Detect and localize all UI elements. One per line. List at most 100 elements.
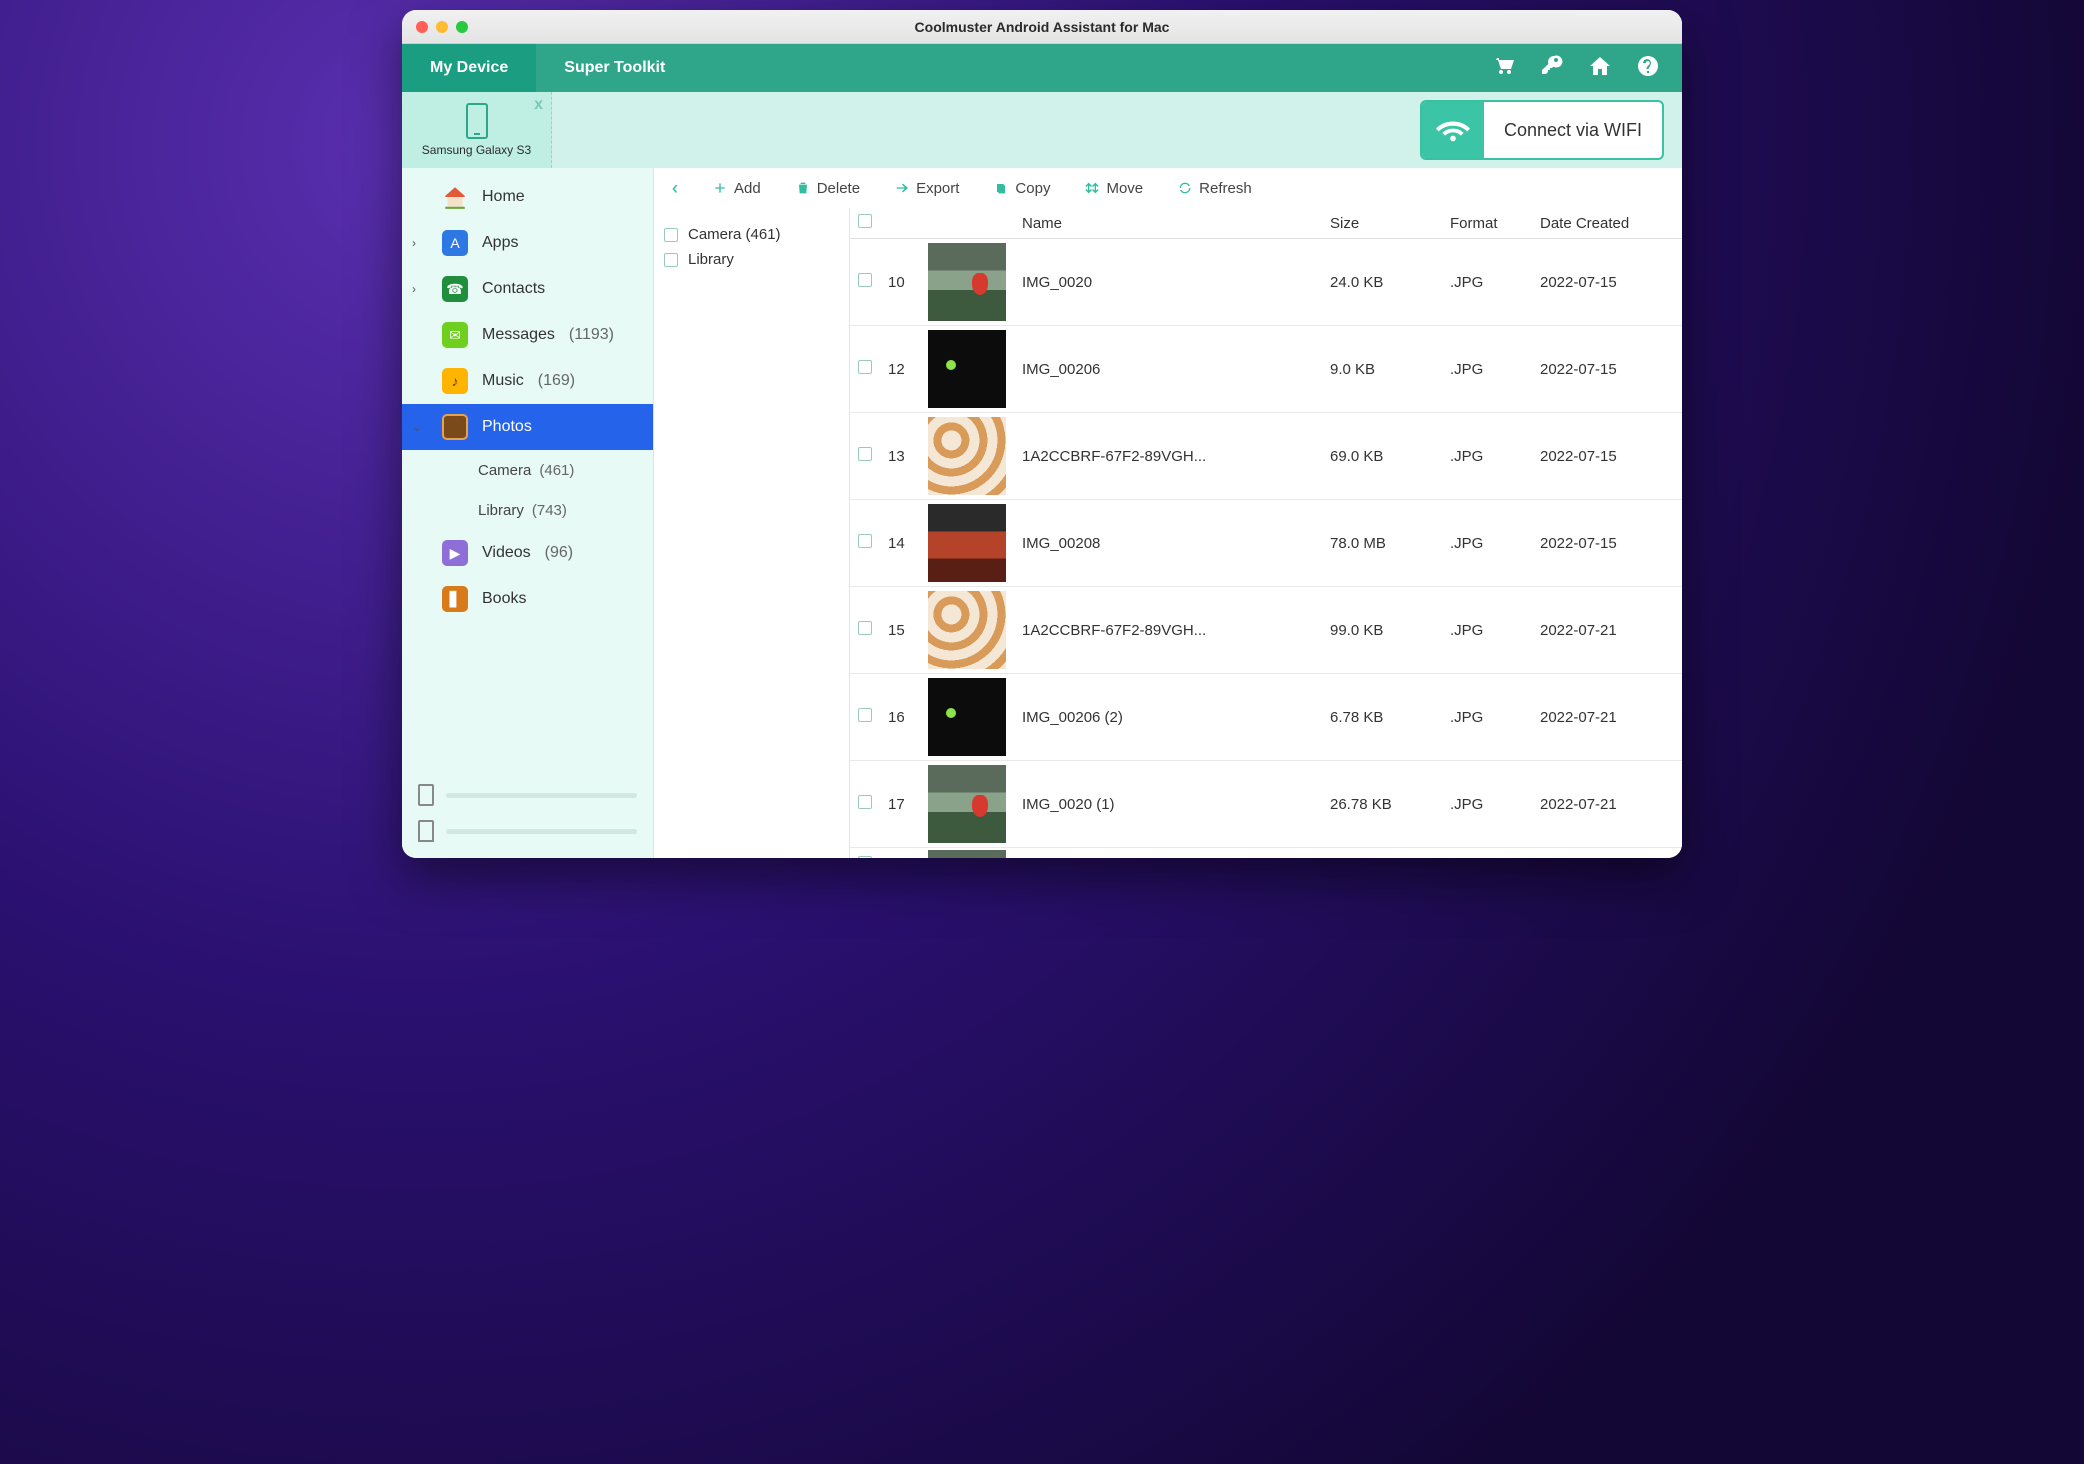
table-header-row: Name Size Format Date Created [850,208,1682,239]
cell-format: .JPG [1442,413,1532,500]
table-row[interactable]: 14IMG_0020878.0 MB.JPG2022-07-15 [850,500,1682,587]
tab-my-device[interactable]: My Device [402,44,536,92]
move-button[interactable]: Move [1084,180,1143,197]
checkbox[interactable] [858,534,872,548]
cell-name: IMG_0020 [1014,239,1322,326]
toolbar: ‹‹ Add Delete Export Copy Move Refresh [654,168,1682,208]
thumbnail [928,504,1006,582]
row-index: 13 [880,413,920,500]
col-format[interactable]: Format [1442,208,1532,239]
folder-item-camera[interactable]: Camera (461) [664,222,839,247]
export-button[interactable]: Export [894,180,959,197]
sidebar-item-music[interactable]: ♪ Music(169) [402,358,653,404]
cell-date: 2022-07-21 [1532,761,1682,848]
storage-internal [418,784,637,806]
storage-bar [446,829,637,834]
sidebar-item-books[interactable]: ▋ Books [402,576,653,622]
sidebar-item-contacts[interactable]: › ☎ Contacts [402,266,653,312]
button-label: Refresh [1199,180,1252,197]
row-index: 12 [880,326,920,413]
close-icon[interactable]: x [534,96,543,114]
books-icon: ▋ [442,586,468,612]
cell-format: .JPG [1442,326,1532,413]
checkbox[interactable] [664,228,678,242]
checkbox[interactable] [664,253,678,267]
button-label: Export [916,180,959,197]
checkbox[interactable] [858,856,872,859]
sidebar-item-label: Messages [482,326,555,344]
checkbox[interactable] [858,447,872,461]
apps-icon: A [442,230,468,256]
thumbnail [928,678,1006,756]
folder-item-library[interactable]: Library [664,247,839,272]
main-area: Home › A Apps › ☎ Contacts ✉ Messages(11… [402,168,1682,858]
table-row[interactable]: 10IMG_002024.0 KB.JPG2022-07-15 [850,239,1682,326]
folder-pane: Camera (461) Library [654,208,850,858]
copy-button[interactable]: Copy [993,180,1050,197]
folder-label: Camera (461) [688,226,781,243]
table-row[interactable]: 131A2CCBRF-67F2-89VGH...69.0 KB.JPG2022-… [850,413,1682,500]
cell-name: IMG_00206 (2) [1014,674,1322,761]
sidebar-item-videos[interactable]: ▶ Videos (96) [402,530,653,576]
file-table-wrap[interactable]: Name Size Format Date Created 10 IMG_0020… [850,208,1682,858]
cell-size: 24.0 KB [1322,239,1442,326]
col-name[interactable]: Name [1014,208,1322,239]
sidebar-item-apps[interactable]: › A Apps [402,220,653,266]
cell-size: 9.0 KB [1322,326,1442,413]
table-row[interactable]: 17IMG_0020 (1)26.78 KB.JPG2022-07-21 [850,761,1682,848]
cell-date: 2022-07-21 [1532,674,1682,761]
checkbox[interactable] [858,273,872,287]
titlebar: Coolmuster Android Assistant for Mac [402,10,1682,44]
select-all-checkbox[interactable] [858,214,872,228]
connect-wifi-button[interactable]: Connect via WIFI [1484,102,1662,158]
content-body: Camera (461) Library [654,208,1682,858]
key-icon[interactable] [1540,54,1564,83]
sidebar-item-messages[interactable]: ✉ Messages(1193) [402,312,653,358]
col-size[interactable]: Size [1322,208,1442,239]
contacts-icon: ☎ [442,276,468,302]
delete-button[interactable]: Delete [795,180,860,197]
cell-name: IMG_00206 [1014,326,1322,413]
checkbox[interactable] [858,795,872,809]
sidebar-item-label: Home [482,188,525,206]
table-row[interactable]: 16IMG_00206 (2)6.78 KB.JPG2022-07-21 [850,674,1682,761]
sidebar: Home › A Apps › ☎ Contacts ✉ Messages(11… [402,168,654,858]
cart-icon[interactable] [1492,54,1516,83]
help-icon[interactable] [1636,54,1660,83]
chevron-right-icon: › [412,236,416,250]
sidebar-item-label: Library [478,502,524,519]
checkbox[interactable] [858,360,872,374]
thumbnail [928,243,1006,321]
sidebar-subitem-library[interactable]: Library (743) [402,490,653,530]
home-icon[interactable] [1588,54,1612,83]
connect-wifi-group: Connect via WIFI [1420,100,1664,160]
thumbnail [928,591,1006,669]
add-button[interactable]: Add [712,180,761,197]
phone-icon [466,103,488,139]
row-index: 14 [880,500,920,587]
checkbox[interactable] [858,708,872,722]
tab-super-toolkit[interactable]: Super Toolkit [536,44,693,92]
cell-date: 2022-07-15 [1532,500,1682,587]
button-label: Add [734,180,761,197]
chevron-right-icon: › [412,282,416,296]
row-index: 10 [880,239,920,326]
sidebar-item-photos[interactable]: ⌄ Photos [402,404,653,450]
sidebar-subitem-camera[interactable]: Camera (461) [402,450,653,490]
row-index: 16 [880,674,920,761]
count-badge: (96) [545,544,573,562]
device-tab[interactable]: x Samsung Galaxy S3 [402,92,552,168]
table-row[interactable]: 12IMG_002069.0 KB.JPG2022-07-15 [850,326,1682,413]
cell-name: IMG_0020 (1) [1014,761,1322,848]
table-row[interactable]: 151A2CCBRF-67F2-89VGH...99.0 KB.JPG2022-… [850,587,1682,674]
wifi-icon [1422,102,1484,158]
cell-format: .JPG [1442,239,1532,326]
sidebar-item-label: Videos [482,544,531,562]
top-bar: My Device Super Toolkit [402,44,1682,92]
sidebar-item-label: Music [482,372,524,390]
refresh-button[interactable]: Refresh [1177,180,1252,197]
photos-icon [442,414,468,440]
col-date[interactable]: Date Created [1532,208,1682,239]
sidebar-item-home[interactable]: Home [402,174,653,220]
checkbox[interactable] [858,621,872,635]
